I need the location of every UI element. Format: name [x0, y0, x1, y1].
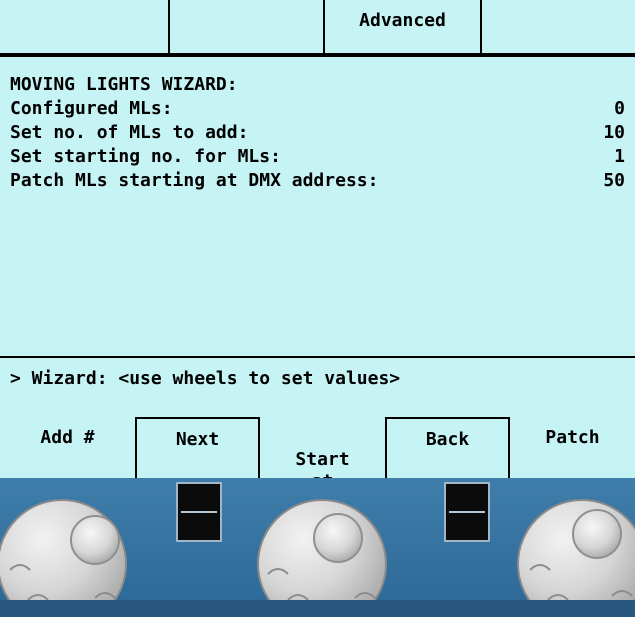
prompt-divider: [0, 356, 635, 358]
row-value: 1: [614, 146, 625, 167]
led-divider: [449, 511, 485, 513]
indicator-led-left: [176, 482, 222, 542]
softkey-patch[interactable]: Patch: [510, 417, 635, 478]
softkey-label: Next: [175, 429, 220, 450]
wizard-row-start-number: Set starting no. for MLs: 1: [10, 146, 625, 170]
top-tab-4[interactable]: [482, 0, 635, 55]
lcd-screen: Advanced MOVING LIGHTS WIZARD: Configure…: [0, 0, 635, 492]
wizard-row-dmx-address: Patch MLs starting at DMX address: 50: [10, 170, 625, 194]
softkey-bar: Add # Next Start at Back Patch: [0, 417, 635, 492]
top-tab-1[interactable]: [0, 0, 170, 55]
row-value: 0: [614, 98, 625, 119]
led-divider: [181, 511, 217, 513]
softkey-next[interactable]: Next: [135, 417, 260, 478]
softkey-label: Back: [425, 429, 470, 450]
header-divider: [0, 55, 635, 57]
softkey-start-at[interactable]: Start at: [260, 417, 385, 492]
top-tab-bar: Advanced: [0, 0, 635, 55]
softkey-label: Add #: [40, 427, 95, 448]
row-label: Configured MLs:: [10, 98, 173, 119]
row-label: Patch MLs starting at DMX address:: [10, 170, 379, 191]
softkey-add-number[interactable]: Add #: [0, 417, 135, 478]
row-value: 10: [603, 122, 625, 143]
top-tab-advanced[interactable]: Advanced: [325, 0, 482, 55]
top-tab-2[interactable]: [170, 0, 325, 55]
indicator-led-right: [444, 482, 490, 542]
hardware-controls: [0, 499, 635, 617]
panel-bottom-edge: [0, 600, 635, 617]
softkey-back[interactable]: Back: [385, 417, 510, 478]
row-value: 50: [603, 170, 625, 191]
wizard-row-configured: Configured MLs: 0: [10, 98, 625, 122]
wizard-title: MOVING LIGHTS WIZARD:: [10, 74, 238, 95]
row-label: Set starting no. for MLs:: [10, 146, 281, 167]
wizard-row-add-count: Set no. of MLs to add: 10: [10, 122, 625, 146]
softkey-label: Patch: [545, 427, 600, 448]
row-label: Set no. of MLs to add:: [10, 122, 249, 143]
top-tab-advanced-label: Advanced: [359, 10, 446, 31]
wizard-prompt: > Wizard: <use wheels to set values>: [10, 368, 401, 389]
